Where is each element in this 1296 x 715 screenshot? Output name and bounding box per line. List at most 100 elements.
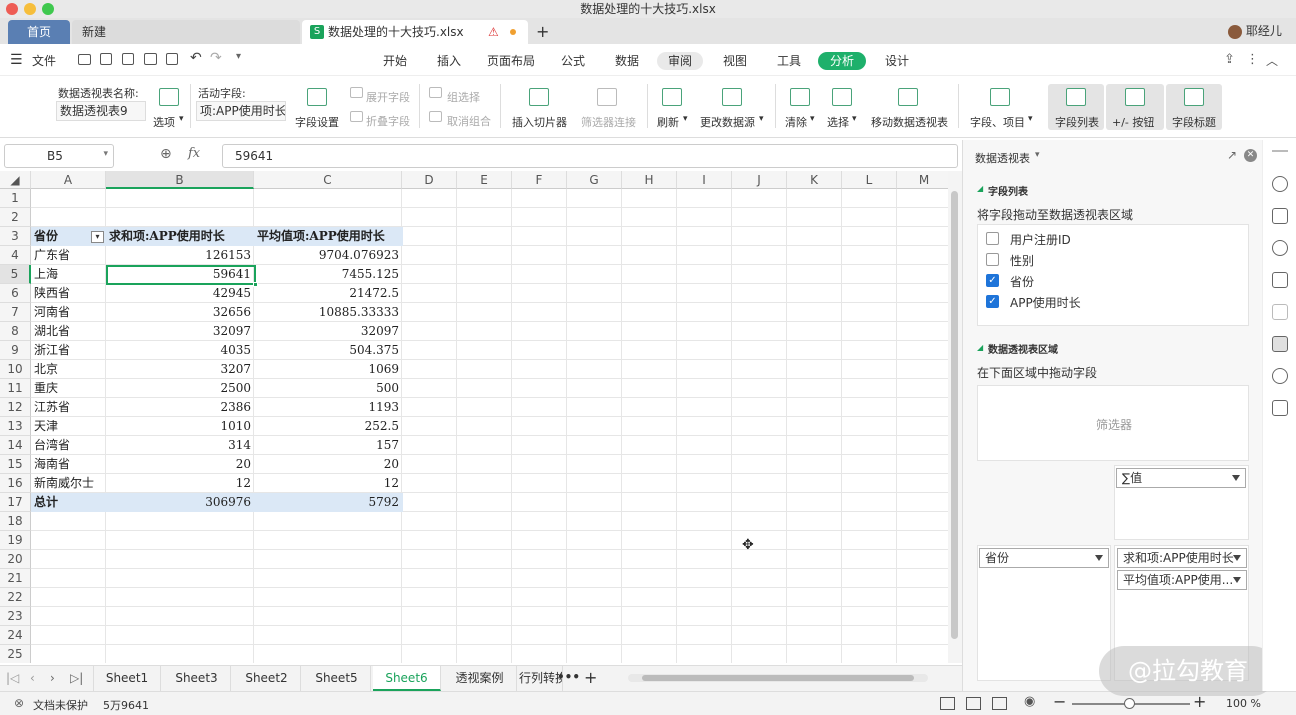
panel-close-icon[interactable]: ✕ bbox=[1244, 149, 1257, 162]
zoom-slider[interactable] bbox=[1072, 698, 1190, 709]
change-source-button[interactable]: 更改数据源 bbox=[700, 114, 755, 130]
sheet-tab-4[interactable]: Sheet5 bbox=[303, 666, 371, 691]
pivot-sum-value[interactable]: 126153 bbox=[109, 246, 251, 265]
select-icon[interactable] bbox=[832, 88, 852, 106]
row-header[interactable]: 16 bbox=[0, 474, 31, 493]
row-header[interactable]: 18 bbox=[0, 512, 31, 531]
side-collapse-icon[interactable] bbox=[1272, 150, 1288, 152]
function-icon[interactable]: fx bbox=[188, 146, 200, 161]
field-list-item[interactable]: 用户注册ID bbox=[984, 229, 1234, 249]
pivot-row-label[interactable]: 湖北省 bbox=[34, 322, 103, 341]
field-settings-button[interactable]: 字段设置 bbox=[295, 114, 339, 130]
sheet-tab-1[interactable]: Sheet1 bbox=[93, 666, 161, 691]
spreadsheet-grid[interactable]: ◢ ABCDEFGHIJKLM 1 2 3 4 5 6 7 8 9 10 11 12 13 14 15 16 1… bbox=[0, 171, 948, 663]
tab-new[interactable]: 新建 bbox=[72, 20, 300, 44]
pivot-sum-value[interactable]: 42945 bbox=[109, 284, 251, 303]
group-select-button[interactable]: 组选择 bbox=[447, 89, 480, 105]
sheet-tab-5[interactable]: Sheet6 bbox=[373, 666, 441, 691]
normal-view-icon[interactable] bbox=[940, 697, 955, 710]
adjust-icon[interactable] bbox=[1272, 304, 1288, 320]
menu-data[interactable]: 数据 bbox=[615, 52, 639, 70]
column-header-j[interactable]: J bbox=[732, 171, 787, 189]
field-list-item[interactable]: ✓ APP使用时长 bbox=[984, 292, 1234, 312]
eye-protect-icon[interactable]: ◉ bbox=[1024, 694, 1035, 709]
zoom-level[interactable]: 100 % bbox=[1226, 697, 1261, 710]
menu-formulas[interactable]: 公式 bbox=[561, 52, 585, 70]
menu-analyze[interactable]: 分析 bbox=[818, 52, 866, 70]
fields-items-dropdown-icon[interactable]: ▾ bbox=[1028, 114, 1033, 124]
field-list-item[interactable]: 性别 bbox=[984, 250, 1234, 270]
clear-icon[interactable] bbox=[790, 88, 810, 106]
tab-home[interactable]: 首页 bbox=[8, 20, 70, 44]
horizontal-scroll-thumb[interactable] bbox=[642, 675, 914, 681]
ungroup-button[interactable]: 取消组合 bbox=[447, 113, 491, 129]
row-header[interactable]: 4 bbox=[0, 246, 31, 265]
pivot-row-label[interactable]: 新南威尔士 bbox=[34, 474, 103, 493]
pivot-row-label[interactable]: 天津 bbox=[34, 417, 103, 436]
clear-dropdown-icon[interactable]: ▾ bbox=[810, 114, 815, 124]
pivot-sum-value[interactable]: 32097 bbox=[109, 322, 251, 341]
move-pivot-button[interactable]: 移动数据透视表 bbox=[871, 114, 948, 130]
row-header[interactable]: 8 bbox=[0, 322, 31, 341]
print-icon[interactable] bbox=[144, 53, 157, 65]
filter-dropdown-icon[interactable]: ▾ bbox=[91, 231, 104, 243]
pivot-options-icon[interactable] bbox=[159, 88, 179, 106]
field-checkbox[interactable] bbox=[986, 232, 999, 245]
pivot-average-value[interactable]: 10885.33333 bbox=[257, 303, 399, 322]
row-header[interactable]: 19 bbox=[0, 531, 31, 550]
sheet-tab-2[interactable]: Sheet3 bbox=[163, 666, 231, 691]
pivot-sum-value[interactable]: 1010 bbox=[109, 417, 251, 436]
filter-connection-icon[interactable] bbox=[597, 88, 617, 106]
pivot-row-label[interactable]: 台湾省 bbox=[34, 436, 103, 455]
row-header[interactable]: 22 bbox=[0, 588, 31, 607]
pivot-average-value[interactable]: 1193 bbox=[257, 398, 399, 417]
pivot-average-value[interactable]: 7455.125 bbox=[257, 265, 399, 284]
menu-page-layout[interactable]: 页面布局 bbox=[487, 52, 535, 70]
field-checkbox[interactable]: ✓ bbox=[986, 274, 999, 287]
share-icon[interactable]: ⇪ bbox=[1224, 52, 1235, 67]
column-header-f[interactable]: F bbox=[512, 171, 567, 189]
pivot-panel-icon[interactable] bbox=[1272, 336, 1288, 352]
column-header-m[interactable]: M bbox=[897, 171, 948, 189]
vertical-scroll-thumb[interactable] bbox=[951, 191, 958, 639]
pivot-average-value[interactable]: 252.5 bbox=[257, 417, 399, 436]
expand-field-button[interactable]: 展开字段 bbox=[366, 89, 410, 105]
select-all-corner[interactable]: ◢ bbox=[0, 171, 31, 189]
change-source-dropdown-icon[interactable]: ▾ bbox=[759, 114, 764, 124]
pivot-sum-value[interactable]: 20 bbox=[109, 455, 251, 474]
ungroup-icon[interactable] bbox=[429, 111, 442, 122]
pivot-sum-value[interactable]: 2386 bbox=[109, 398, 251, 417]
quick-access-more-icon[interactable]: ▾ bbox=[236, 51, 241, 62]
select-dropdown-icon[interactable]: ▾ bbox=[852, 114, 857, 124]
open-icon[interactable] bbox=[78, 54, 91, 65]
pivot-total-sum[interactable]: 306976 bbox=[109, 493, 251, 512]
pivot-header-sum[interactable]: 求和项:APP使用时长 bbox=[109, 227, 251, 246]
shapes-icon[interactable] bbox=[1272, 176, 1288, 192]
row-header[interactable]: 5 bbox=[0, 265, 31, 284]
pivot-row-label[interactable]: 海南省 bbox=[34, 455, 103, 474]
active-field-input[interactable]: 项:APP使用时长 bbox=[196, 101, 286, 121]
options-dropdown-icon[interactable]: ▾ bbox=[179, 114, 184, 124]
last-sheet-icon[interactable]: ▷| bbox=[70, 671, 83, 685]
panel-title-dropdown-icon[interactable]: ▾ bbox=[1035, 150, 1040, 160]
field-list-item[interactable]: ✓ 省份 bbox=[984, 271, 1234, 291]
column-header-h[interactable]: H bbox=[622, 171, 677, 189]
refresh-button[interactable]: 刷新 bbox=[657, 114, 679, 130]
row-header[interactable]: 15 bbox=[0, 455, 31, 474]
page-layout-view-icon[interactable] bbox=[966, 697, 981, 710]
filter-connection-button[interactable]: 筛选器连接 bbox=[581, 114, 636, 130]
print-preview-icon[interactable] bbox=[166, 53, 178, 65]
expand-triangle-icon[interactable]: ◢ bbox=[977, 343, 983, 352]
expand-field-icon[interactable] bbox=[350, 87, 363, 98]
collapse-field-button[interactable]: 折叠字段 bbox=[366, 113, 410, 129]
select-button[interactable]: 选择 bbox=[827, 114, 849, 130]
pivot-sum-value[interactable]: 3207 bbox=[109, 360, 251, 379]
pivot-average-value[interactable]: 12 bbox=[257, 474, 399, 493]
navigation-icon[interactable] bbox=[1272, 240, 1288, 256]
group-select-icon[interactable] bbox=[429, 87, 442, 98]
options-button[interactable]: 选项 bbox=[153, 114, 175, 130]
fields-items-icon[interactable] bbox=[990, 88, 1010, 106]
row-header[interactable]: 14 bbox=[0, 436, 31, 455]
pivot-row-label[interactable]: 河南省 bbox=[34, 303, 103, 322]
close-window-button[interactable] bbox=[6, 3, 18, 15]
